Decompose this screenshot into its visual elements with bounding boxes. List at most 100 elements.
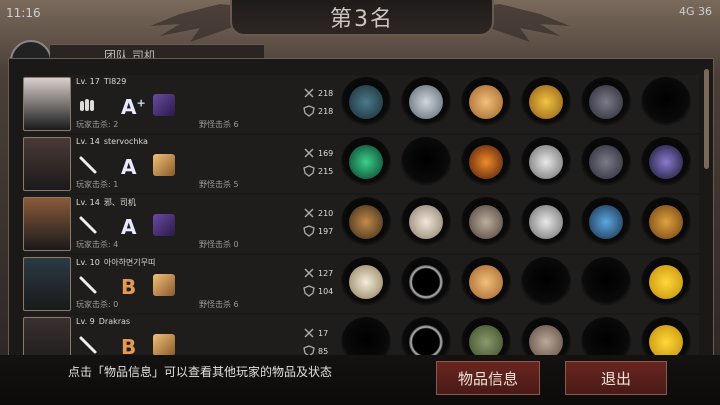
attack-value: 169 [318, 148, 334, 158]
player-row[interactable]: Lv. 10 아아하면기무띠 B 玩家击杀: 0 野怪击杀 6 127 104 [23, 255, 699, 313]
silver-disc-icon [529, 145, 563, 179]
mushroom-staff-icon [349, 265, 383, 299]
avatar[interactable] [23, 77, 71, 131]
player-kills: 玩家击杀: 4 [76, 240, 119, 249]
grade-letter: B [121, 275, 137, 299]
avatar[interactable] [23, 137, 71, 191]
silver-disc-icon [529, 205, 563, 239]
blue-gauntlet-icon [589, 205, 623, 239]
green-wreath-icon [349, 145, 383, 179]
grade-badge: B [121, 335, 143, 359]
player-list-panel[interactable]: Lv. 17 TI829 A+ 玩家击杀: 2 野怪击杀 6 218 218 Lv. 14st… [8, 58, 714, 373]
player-info: Lv. 14 邪、司机 [76, 197, 136, 208]
attack-value: 218 [318, 88, 334, 98]
crossed-swords-icon [304, 328, 314, 338]
item-slot-blue-gauntlet[interactable] [581, 197, 631, 247]
grade-badge: B [121, 275, 143, 299]
player-row[interactable]: Lv. 17 TI829 A+ 玩家击杀: 2 野怪击杀 6 218 218 [23, 75, 699, 133]
item-slot-empty[interactable] [641, 77, 691, 127]
grade-letter: A [121, 215, 137, 239]
item-slot-mask[interactable] [401, 197, 451, 247]
item-slot-helmet[interactable] [401, 77, 451, 127]
crossed-swords-icon [304, 148, 314, 158]
bat-icon [77, 334, 99, 356]
defense-stat: 215 [303, 165, 333, 177]
grade-letter: A [121, 155, 137, 179]
item-slot-galaxy-orb[interactable] [641, 137, 691, 187]
bat-icon [77, 214, 99, 236]
avatar[interactable] [23, 197, 71, 251]
item-slot-ice-cream-cone[interactable] [461, 77, 511, 127]
grade-badge: A+ [121, 95, 146, 119]
exit-button[interactable]: 退出 [565, 361, 667, 395]
player-info: Lv. 17 TI829 [76, 77, 126, 86]
ring-icon [409, 265, 443, 299]
grade-letter: A [121, 95, 137, 119]
grade-badge: A [121, 215, 143, 239]
player-level: Lv. 17 [76, 77, 100, 86]
shield-icon [303, 165, 315, 177]
item-slot-ice-cream-cone[interactable] [461, 257, 511, 307]
ice-cream-cone-icon [469, 265, 503, 299]
pet-icon [153, 334, 175, 356]
gauntlet-icon [589, 145, 623, 179]
pet-icon [153, 154, 175, 176]
fire-orb-icon [469, 145, 503, 179]
item-slot-dark-weapon[interactable] [341, 77, 391, 127]
item-slot-fire-orb[interactable] [461, 137, 511, 187]
hint-text: 点击「物品信息」可以查看其他玩家的物品及状态 [68, 365, 333, 379]
item-slot-treasure-box[interactable] [641, 197, 691, 247]
shield-icon [303, 105, 315, 117]
item-slot-mushroom-staff[interactable] [341, 257, 391, 307]
player-kills: 玩家击杀: 0 [76, 300, 119, 309]
glove-icon [77, 94, 99, 116]
player-info: Lv. 14 stervochka [76, 137, 148, 146]
rank-banner: 第3名 [230, 0, 494, 36]
attack-stat: 169 [303, 147, 333, 159]
defense-stat: 218 [303, 105, 333, 117]
player-row[interactable]: Lv. 14 邪、司机 A 玩家击杀: 4 野怪击杀 0 210 197 [23, 195, 699, 253]
ice-cream-cone-icon [469, 85, 503, 119]
item-slot-empty[interactable] [581, 257, 631, 307]
player-info: Lv. 10 아아하면기무띠 [76, 257, 155, 268]
player-row[interactable]: Lv. 14 stervochka A 玩家击杀: 1 野怪击杀 5 169 215 [23, 135, 699, 193]
item-slot-shield-emblem[interactable] [521, 77, 571, 127]
wooden-staff-icon [349, 205, 383, 239]
bat-icon [77, 154, 99, 176]
monster-kills: 野怪击杀 5 [199, 180, 239, 189]
avatar[interactable] [23, 257, 71, 311]
treasure-box-icon [649, 205, 683, 239]
item-slot-wooden-staff[interactable] [341, 197, 391, 247]
item-slot-green-wreath[interactable] [341, 137, 391, 187]
network-label: 4G [678, 5, 695, 18]
defense-stat: 197 [303, 225, 333, 237]
galaxy-orb-icon [649, 145, 683, 179]
item-slot-gauntlet[interactable] [581, 137, 631, 187]
player-level: Lv. 14 [76, 137, 100, 146]
item-slot-empty[interactable] [521, 257, 571, 307]
item-slot-gauntlet[interactable] [581, 77, 631, 127]
gauntlet-icon [589, 85, 623, 119]
item-slot-yellow-flower[interactable] [641, 257, 691, 307]
item-slot-ring[interactable] [401, 257, 451, 307]
player-name: 邪、司机 [103, 198, 136, 207]
attack-value: 17 [318, 328, 329, 338]
rank-title: 第3名 [330, 7, 394, 32]
item-slot-armor[interactable] [461, 197, 511, 247]
monster-kills: 野怪击杀 6 [199, 120, 239, 129]
item-slot-silver-disc[interactable] [521, 137, 571, 187]
grade-plus: + [136, 96, 146, 110]
yellow-flower-icon [649, 325, 683, 359]
attack-stat: 127 [303, 267, 333, 279]
pet-icon [153, 214, 175, 236]
ring-icon [409, 325, 443, 359]
item-slot-silver-disc[interactable] [521, 197, 571, 247]
player-kills: 玩家击杀: 1 [76, 180, 119, 189]
item-slot-empty[interactable] [401, 137, 451, 187]
bat-icon [77, 274, 99, 296]
item-info-button[interactable]: 物品信息 [436, 361, 540, 395]
scrollbar[interactable] [704, 69, 709, 169]
player-name: stervochka [103, 137, 148, 146]
attack-value: 127 [318, 268, 334, 278]
defense-value: 197 [318, 226, 334, 236]
